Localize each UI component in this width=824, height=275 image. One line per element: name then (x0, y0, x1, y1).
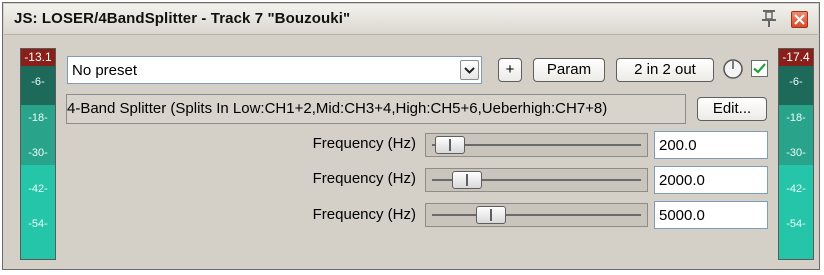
input-meter: -13.1 -6- -18- -30- -42- -54- (20, 48, 56, 260)
param-value-field[interactable]: 2000.0 (654, 166, 768, 194)
pin-icon[interactable] (760, 8, 778, 28)
add-preset-button[interactable]: + (498, 58, 522, 82)
param-label: Frequency (Hz) (312, 170, 416, 187)
param-slider[interactable] (425, 168, 648, 192)
meter-tick: -18- (28, 112, 48, 124)
wet-dry-knob[interactable] (722, 58, 744, 80)
meter-tick: -6- (789, 76, 803, 88)
slider-track (432, 214, 641, 216)
param-slider[interactable] (425, 203, 648, 227)
output-peak-readout[interactable]: -17.4 (779, 49, 813, 66)
output-meter: -17.4 -6- -18- -30- -42- -54- (778, 48, 814, 260)
preset-dropdown[interactable]: No preset (67, 56, 482, 84)
param-value-field[interactable]: 200.0 (654, 131, 768, 159)
meter-tick: -42- (786, 183, 806, 195)
param-label: Frequency (Hz) (312, 206, 416, 223)
param-value-field[interactable]: 5000.0 (654, 201, 768, 229)
plugin-description: 4-Band Splitter (Splits In Low:CH1+2,Mid… (66, 94, 686, 124)
checkmark-icon (753, 63, 766, 74)
meter-tick: -30- (28, 147, 48, 159)
meter-tick: -42- (28, 183, 48, 195)
meter-tick: -54- (28, 218, 48, 230)
io-routing-button[interactable]: 2 in 2 out (616, 58, 714, 82)
meter-tick: -18- (786, 112, 806, 124)
param-value: 2000.0 (659, 172, 705, 189)
close-icon (794, 14, 805, 25)
param-slider[interactable] (425, 133, 648, 157)
input-peak-readout[interactable]: -13.1 (21, 49, 55, 66)
plugin-description-text: 4-Band Splitter (Splits In Low:CH1+2,Mid… (67, 100, 608, 117)
meter-tick: -6- (31, 76, 45, 88)
param-value: 5000.0 (659, 207, 705, 224)
window-title: JS: LOSER/4BandSplitter - Track 7 "Bouzo… (14, 10, 351, 27)
meter-tick: -54- (786, 218, 806, 230)
enable-checkbox[interactable] (751, 60, 768, 77)
slider-thumb[interactable] (435, 136, 465, 154)
preset-value: No preset (72, 62, 138, 79)
param-label: Frequency (Hz) (312, 135, 416, 152)
meter-tick: -30- (786, 147, 806, 159)
edit-button[interactable]: Edit... (697, 97, 767, 121)
chevron-down-icon (464, 67, 475, 74)
knob-icon (723, 59, 743, 79)
slider-thumb[interactable] (476, 206, 506, 224)
title-bar[interactable]: JS: LOSER/4BandSplitter - Track 7 "Bouzo… (4, 4, 818, 35)
close-button[interactable] (791, 11, 808, 28)
preset-dropdown-button[interactable] (460, 60, 479, 80)
param-button[interactable]: Param (533, 58, 605, 82)
slider-thumb[interactable] (452, 171, 482, 189)
param-value: 200.0 (659, 137, 697, 154)
